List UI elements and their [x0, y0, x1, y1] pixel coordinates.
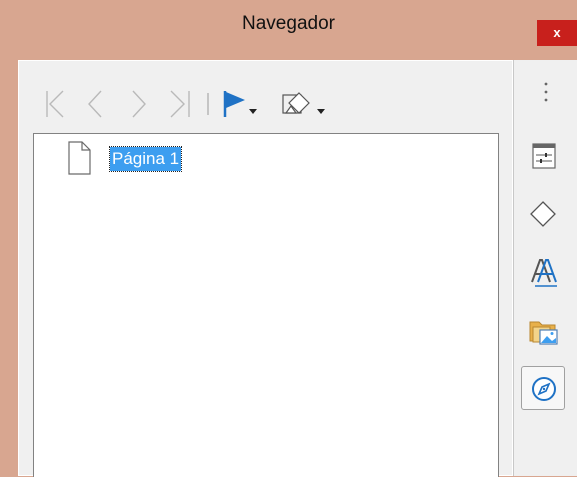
window-titlebar: Navegador x: [0, 0, 577, 50]
first-page-button[interactable]: [39, 83, 73, 123]
shapes-dropdown-button[interactable]: [267, 83, 329, 123]
close-button[interactable]: x: [537, 20, 577, 46]
gallery-image-folder-icon: [529, 321, 558, 345]
properties-sliders-icon: [532, 143, 556, 169]
styles-deck-button[interactable]: [521, 250, 565, 294]
tree-item-label[interactable]: Página 1: [108, 146, 183, 172]
styles-aa-icon: [531, 259, 557, 287]
gallery-deck-button[interactable]: [521, 308, 565, 352]
skip-to-end-icon: [170, 90, 190, 118]
chevron-right-icon: [132, 90, 146, 118]
next-page-button[interactable]: [123, 83, 153, 123]
shapes-deck-button[interactable]: [521, 192, 565, 236]
last-page-button[interactable]: [165, 83, 199, 123]
diamond-shape-icon: [530, 201, 556, 227]
shapes-icon: [282, 92, 325, 114]
toolbar-separator: [205, 83, 211, 123]
tree-item-page[interactable]: [66, 140, 92, 176]
navigator-panel: Página 1: [18, 60, 513, 477]
previous-page-button[interactable]: [81, 83, 111, 123]
page-icon: [68, 141, 91, 175]
sidebar-tabbar: [513, 60, 577, 476]
skip-to-start-icon: [46, 90, 64, 118]
more-options-icon: [544, 82, 548, 102]
compass-icon: [532, 377, 556, 401]
drag-mode-button[interactable]: [217, 83, 261, 123]
flag-icon: [223, 91, 257, 117]
window-title: Navegador: [242, 13, 335, 34]
navigator-deck-button[interactable]: [521, 366, 565, 410]
navigator-tree[interactable]: Página 1: [33, 133, 499, 477]
properties-deck-button[interactable]: [521, 134, 565, 178]
more-options-button[interactable]: [534, 78, 558, 108]
chevron-left-icon: [88, 90, 102, 118]
